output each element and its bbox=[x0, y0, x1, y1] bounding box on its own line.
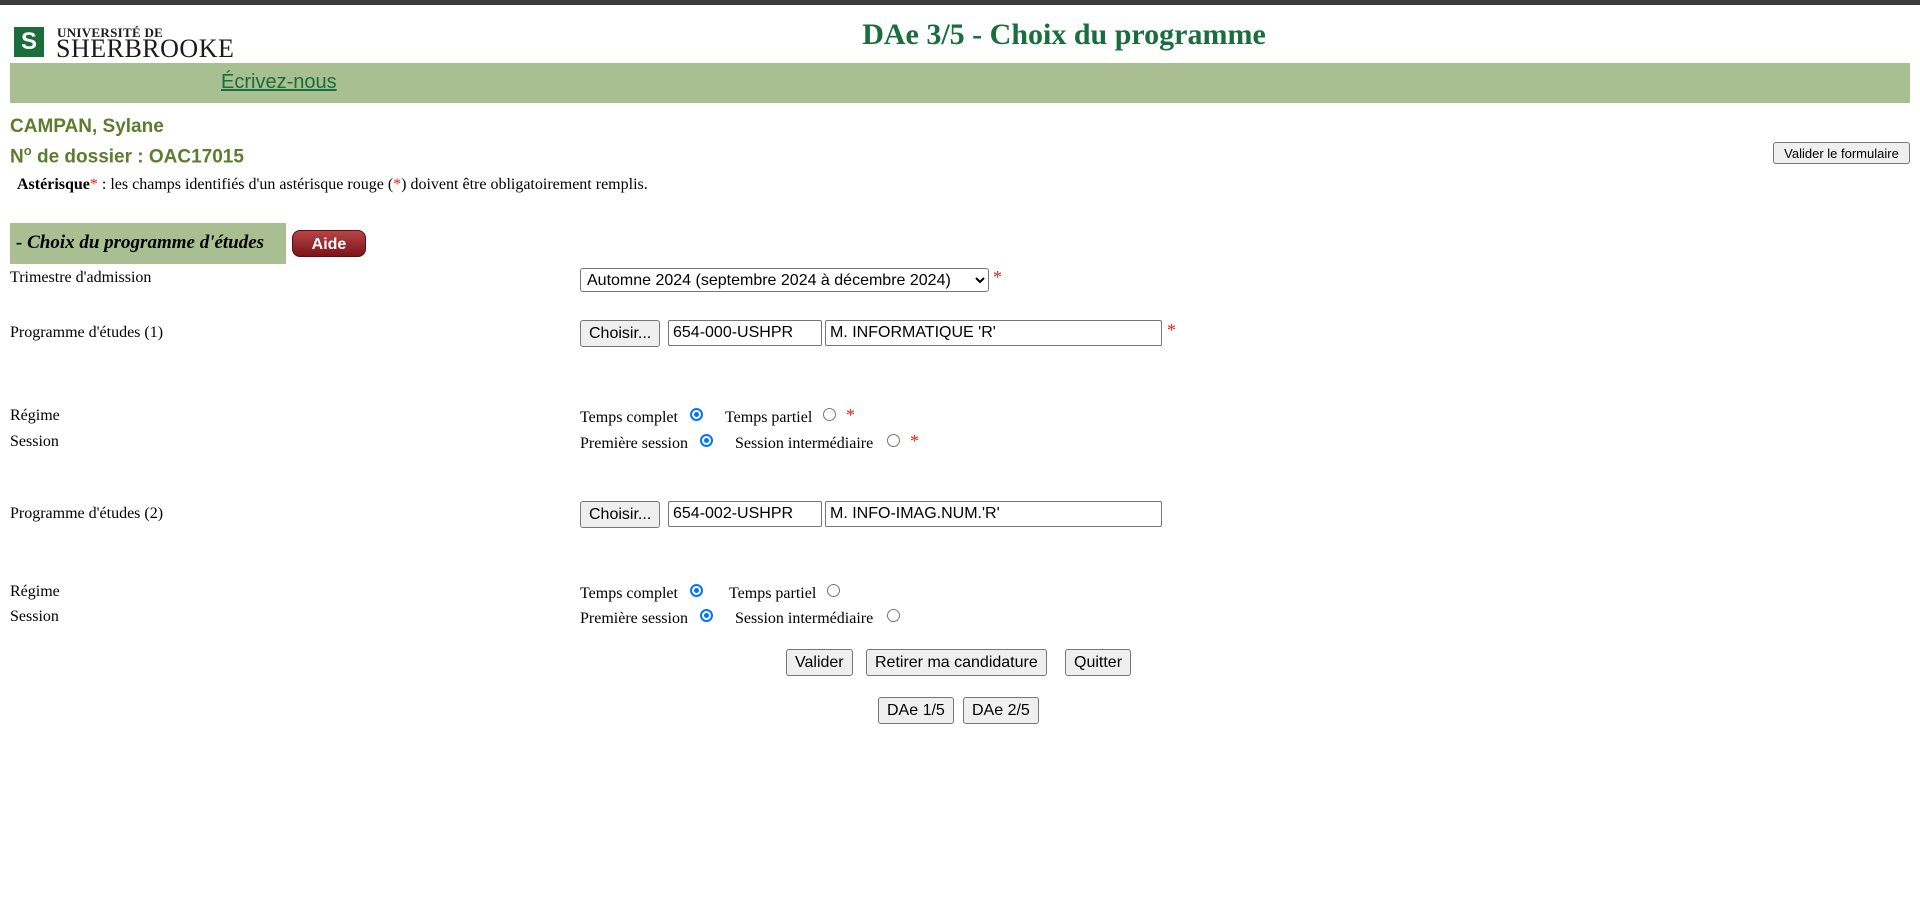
program1-session-required-star: * bbox=[910, 431, 919, 451]
program2-intermediate-session-radio[interactable] bbox=[887, 609, 900, 622]
note-bold: Astérisque bbox=[17, 176, 90, 193]
program2-session-label: Session bbox=[10, 608, 59, 625]
program1-intermediate-session-label: Session intermédiaire bbox=[735, 435, 874, 452]
program1-regime-label: Régime bbox=[10, 407, 60, 424]
section-header: - Choix du programme d'études bbox=[10, 223, 286, 264]
program1-name-input[interactable] bbox=[825, 320, 1162, 346]
applicant-name: CAMPAN, Sylane bbox=[10, 116, 164, 137]
program1-choose-button[interactable]: Choisir... bbox=[580, 320, 661, 347]
program2-code-input[interactable] bbox=[668, 501, 822, 527]
validate-form-button[interactable]: Valider le formulaire bbox=[1773, 142, 1910, 164]
section-title: - Choix du programme d'études bbox=[16, 232, 265, 253]
note-text-2: ) doivent être obligatoirement remplis. bbox=[401, 176, 648, 193]
step-2-button[interactable]: DAe 2/5 bbox=[963, 697, 1039, 724]
program1-session-label: Session bbox=[10, 433, 59, 450]
dossier-label: de dossier : OAC17015 bbox=[31, 146, 244, 168]
dossier-number: No de dossier : OAC17015 bbox=[10, 143, 244, 168]
required-note: Astérisque* : les champs identifiés d'un… bbox=[17, 176, 648, 194]
program2-first-session-radio[interactable] bbox=[700, 609, 713, 622]
program2-part-time-label: Temps partiel bbox=[729, 585, 817, 602]
help-button[interactable]: Aide bbox=[292, 230, 366, 257]
contact-us-link[interactable]: Écrivez-nous bbox=[221, 71, 337, 94]
top-border bbox=[0, 0, 1920, 5]
dossier-prefix: N bbox=[10, 146, 24, 168]
program1-part-time-label: Temps partiel bbox=[725, 409, 813, 426]
program2-full-time-radio[interactable] bbox=[690, 584, 703, 597]
trimestre-select[interactable]: Automne 2024 (septembre 2024 à décembre … bbox=[580, 268, 989, 292]
note-star-1: * bbox=[89, 176, 98, 193]
program2-regime-label: Régime bbox=[10, 583, 60, 600]
program2-name-input[interactable] bbox=[825, 501, 1162, 527]
program1-full-time-label: Temps complet bbox=[580, 409, 678, 426]
program1-label: Programme d'études (1) bbox=[10, 324, 164, 341]
program1-required-star: * bbox=[1167, 320, 1176, 340]
program1-first-session-radio[interactable] bbox=[700, 434, 713, 447]
validate-button[interactable]: Valider bbox=[786, 649, 853, 676]
trimestre-required-star: * bbox=[993, 267, 1002, 287]
program1-first-session-label: Première session bbox=[580, 435, 688, 452]
program1-code-input[interactable] bbox=[668, 320, 822, 346]
page-title: DAe 3/5 - Choix du programme bbox=[862, 18, 1266, 51]
program1-part-time-radio[interactable] bbox=[823, 408, 836, 421]
program2-label: Programme d'études (2) bbox=[10, 505, 164, 522]
dossier-sup: o bbox=[23, 143, 32, 158]
program1-intermediate-session-radio[interactable] bbox=[887, 434, 900, 447]
program2-choose-button[interactable]: Choisir... bbox=[580, 501, 661, 528]
program2-intermediate-session-label: Session intermédiaire bbox=[735, 610, 874, 627]
nav-band: Écrivez-nous bbox=[10, 63, 1910, 103]
program1-regime-required-star: * bbox=[846, 405, 855, 425]
note-text-1: : les champs identifiés d'un astérisque … bbox=[97, 176, 394, 193]
trimestre-label: Trimestre d'admission bbox=[10, 269, 152, 286]
program2-full-time-label: Temps complet bbox=[580, 585, 678, 602]
step-1-button[interactable]: DAe 1/5 bbox=[878, 697, 954, 724]
program1-full-time-radio[interactable] bbox=[690, 408, 703, 421]
program2-part-time-radio[interactable] bbox=[827, 584, 840, 597]
withdraw-application-button[interactable]: Retirer ma candidature bbox=[866, 649, 1047, 676]
quit-button[interactable]: Quitter bbox=[1065, 649, 1132, 676]
program2-first-session-label: Première session bbox=[580, 610, 688, 627]
note-star-2: * bbox=[393, 176, 402, 193]
